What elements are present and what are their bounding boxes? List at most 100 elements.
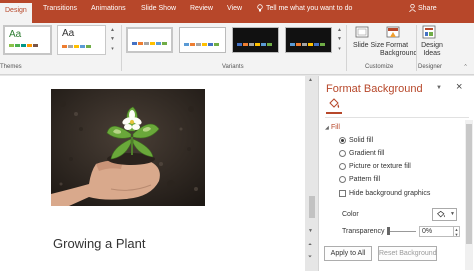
variants-more-icon[interactable]: ▾ <box>336 45 343 53</box>
variant-color <box>202 43 207 46</box>
group-divider <box>121 25 122 71</box>
tab-transitions[interactable]: Transitions <box>43 5 77 12</box>
theme-color <box>9 44 14 47</box>
variant-color <box>290 43 295 46</box>
format-background-icon <box>386 26 400 38</box>
theme-color <box>80 45 85 48</box>
collapse-caret-icon[interactable]: ◢ <box>325 125 329 131</box>
reset-background-button[interactable]: Reset Background <box>378 246 437 261</box>
slide-title[interactable]: Growing a Plant <box>53 236 146 251</box>
tell-me-search[interactable]: Tell me what you want to do <box>266 5 352 12</box>
transparency-input[interactable]: 0% <box>419 226 454 237</box>
themes-group-label: Themes <box>0 64 22 70</box>
variant-color <box>150 42 155 45</box>
variant-color <box>314 43 319 46</box>
option-label: Solid fill <box>349 137 374 144</box>
format-background-button[interactable]: Format Background <box>380 42 417 58</box>
variants-down-icon[interactable]: ▼ <box>336 35 343 43</box>
option-label: Pattern fill <box>349 176 381 183</box>
variant-thumbnail[interactable] <box>179 27 226 53</box>
pane-scroll-thumb[interactable] <box>466 124 472 244</box>
gallery-more-icon[interactable]: ▾ <box>109 45 116 53</box>
variant-color <box>138 42 143 45</box>
apply-to-all-button[interactable]: Apply to All <box>324 246 372 261</box>
slide-scrollbar[interactable]: ▲ ▼ ⏶ ⏷ <box>307 76 317 271</box>
ribbon-tab-bar: Design Transitions Animations Slide Show… <box>0 0 474 23</box>
theme-color <box>21 44 26 47</box>
pane-options-icon[interactable]: ▼ <box>436 85 442 91</box>
group-divider <box>346 25 347 71</box>
design-ideas-icon <box>422 25 436 39</box>
close-icon[interactable]: × <box>456 81 462 93</box>
tab-review[interactable]: Review <box>190 5 213 12</box>
theme-color <box>74 45 79 48</box>
pane-title: Format Background <box>326 83 423 95</box>
variant-color <box>237 43 242 46</box>
variants-group-label: Variants <box>222 64 244 70</box>
theme-sample-text: Aa <box>9 29 22 40</box>
share-button[interactable]: Share <box>418 5 437 12</box>
gallery-down-icon[interactable]: ▼ <box>109 35 116 43</box>
radio-button[interactable] <box>339 150 346 157</box>
variant-color <box>249 43 254 46</box>
theme-color <box>86 45 91 48</box>
format-background-pane: Format Background ▼ × ◢ Fill Solid fill … <box>318 76 474 271</box>
radio-button[interactable] <box>339 137 346 144</box>
customize-group-label: Customize <box>365 64 394 70</box>
variants-up-icon[interactable]: ▲ <box>336 26 343 34</box>
transparency-label: Transparency <box>342 228 385 235</box>
theme-thumbnail[interactable]: Aa <box>57 25 106 55</box>
slider-thumb[interactable] <box>387 227 390 235</box>
option-label: Gradient fill <box>349 150 385 157</box>
spin-buttons[interactable]: ▲ ▼ <box>454 226 460 237</box>
theme-thumbnail[interactable]: Aa <box>3 25 52 55</box>
scroll-thumb[interactable] <box>309 196 315 218</box>
group-divider <box>416 25 417 71</box>
ribbon: Aa Aa ▲ ▼ ▾ Themes ▲ ▼ ▾ Variants Slide … <box>0 23 474 75</box>
scroll-up-icon[interactable]: ▲ <box>308 77 313 83</box>
variant-color <box>196 43 201 46</box>
variant-color <box>320 43 325 46</box>
pane-scrollbar[interactable] <box>465 120 473 270</box>
radio-button[interactable] <box>339 176 346 183</box>
variant-color <box>267 43 272 46</box>
designer-group-label: Designer <box>418 64 443 70</box>
theme-color <box>33 44 38 47</box>
plant-photo[interactable] <box>51 89 205 206</box>
scroll-down-icon[interactable]: ▼ <box>308 228 313 234</box>
fill-section-header[interactable]: Fill <box>331 124 340 131</box>
slide-canvas[interactable]: Growing a Plant <box>0 76 305 271</box>
fill-tab-indicator <box>326 112 342 114</box>
design-ideas-button[interactable]: Design Ideas <box>420 42 444 58</box>
option-label: Picture or texture fill <box>349 163 411 170</box>
paint-bucket-icon <box>437 210 445 218</box>
slide-size-icon <box>355 26 369 38</box>
tab-animations[interactable]: Animations <box>91 5 126 12</box>
radio-selected-dot <box>341 139 344 142</box>
variant-color <box>190 43 195 46</box>
variant-color <box>144 42 149 45</box>
tab-view[interactable]: View <box>227 5 242 12</box>
previous-slide-icon[interactable]: ⏶ <box>308 242 312 248</box>
theme-color <box>15 44 20 47</box>
color-picker-button[interactable]: ▼ <box>432 208 457 221</box>
radio-button[interactable] <box>339 163 346 170</box>
variant-color <box>208 43 213 46</box>
variant-thumbnail[interactable] <box>285 27 332 53</box>
transparency-slider[interactable] <box>388 231 416 232</box>
variant-color <box>162 42 167 45</box>
paint-bucket-icon[interactable] <box>327 98 341 110</box>
next-slide-icon[interactable]: ⏷ <box>308 254 312 260</box>
tab-design[interactable]: Design <box>0 3 32 23</box>
variant-thumbnail[interactable] <box>126 27 173 53</box>
pane-divider <box>325 117 469 118</box>
checkbox[interactable] <box>339 190 346 197</box>
checkbox-label: Hide background graphics <box>349 190 431 197</box>
variant-color <box>243 43 248 46</box>
tab-slide-show[interactable]: Slide Show <box>141 5 176 12</box>
gallery-up-icon[interactable]: ▲ <box>109 26 116 34</box>
variant-color <box>296 43 301 46</box>
variant-thumbnail[interactable] <box>232 27 279 53</box>
collapse-ribbon-icon[interactable]: ^ <box>462 63 469 71</box>
theme-color <box>27 44 32 47</box>
